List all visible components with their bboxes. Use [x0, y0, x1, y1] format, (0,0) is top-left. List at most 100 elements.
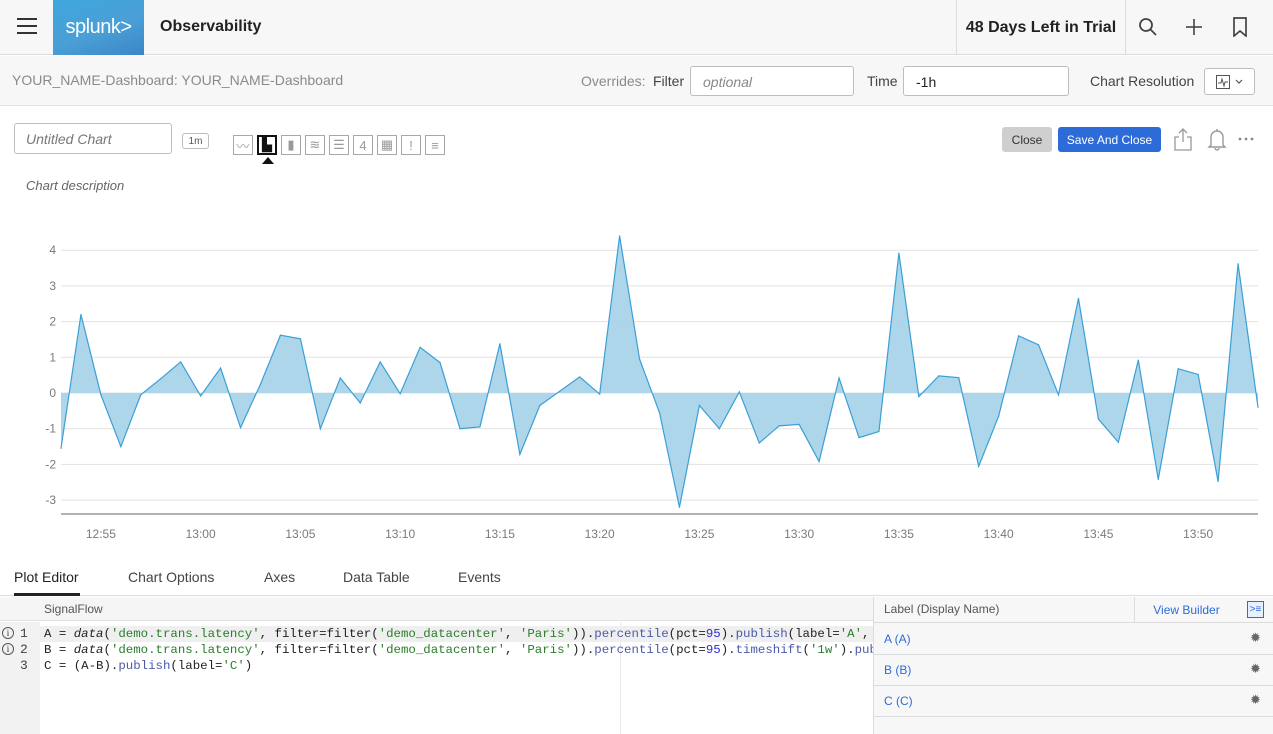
- viz-type-text-button[interactable]: ≡: [425, 135, 445, 155]
- viz-type-line-button[interactable]: 〰: [233, 135, 253, 155]
- data-point: [579, 376, 581, 378]
- x-tick-label: 13:20: [585, 527, 615, 541]
- view-builder-button[interactable]: View Builder: [1134, 597, 1238, 623]
- gear-icon[interactable]: ✹: [1250, 661, 1261, 677]
- close-button[interactable]: Close: [1002, 127, 1052, 152]
- gutter-line: i1: [0, 626, 40, 642]
- share-icon[interactable]: [1171, 126, 1195, 152]
- breadcrumb[interactable]: YOUR_NAME-Dashboard: YOUR_NAME-Dashboard: [12, 72, 343, 88]
- tab-axes[interactable]: Axes: [264, 569, 295, 585]
- series-layer: [60, 235, 1259, 508]
- trial-status[interactable]: 48 Days Left in Trial: [956, 0, 1126, 55]
- x-tick-label: 13:25: [684, 527, 714, 541]
- save-and-close-button[interactable]: Save And Close: [1058, 127, 1161, 152]
- plot-label[interactable]: B (B): [884, 663, 911, 677]
- x-axis: 12:55 13:00 13:05 13:10 13:15 13:20 13:25 13:30…: [86, 527, 1214, 541]
- data-point: [180, 361, 182, 363]
- x-tick-label: 13:15: [485, 527, 515, 541]
- series-area-C: [61, 235, 1258, 508]
- overrides-bar: YOUR_NAME-Dashboard: YOUR_NAME-Dashboard…: [0, 56, 1273, 106]
- plot-label[interactable]: A (A): [884, 632, 911, 646]
- tab-data-table[interactable]: Data Table: [343, 569, 410, 585]
- bell-icon[interactable]: [1205, 126, 1229, 152]
- filter-label: Filter: [653, 73, 685, 89]
- area-chart: 4 3 2 1 0 -1 -2 -3 12:55 13:00 13:05 13:10 13:15 13:…: [45, 235, 1259, 541]
- signalflow-editor[interactable]: SignalFlow i1i23 A = data('demo.trans.la…: [0, 597, 873, 734]
- x-tick-label: 13:30: [784, 527, 814, 541]
- info-icon[interactable]: i: [2, 627, 14, 639]
- editor-header: SignalFlow: [0, 597, 873, 621]
- tab-plot-editor[interactable]: Plot Editor: [14, 569, 79, 585]
- x-tick-label: 13:50: [1183, 527, 1213, 541]
- data-point: [279, 334, 282, 336]
- data-point: [1197, 373, 1199, 376]
- time-input[interactable]: -1h: [903, 66, 1069, 96]
- data-point: [798, 423, 800, 426]
- data-point: [60, 447, 62, 449]
- viz-type-heatmap-button[interactable]: ▦: [377, 135, 397, 155]
- chevron-down-icon: [1235, 79, 1243, 84]
- data-point: [1057, 394, 1060, 396]
- data-point: [998, 415, 1000, 417]
- data-point: [220, 367, 222, 369]
- plot-label[interactable]: C (C): [884, 694, 913, 708]
- chart-title-input[interactable]: Untitled Chart: [14, 123, 172, 154]
- plots-panel-header: Label (Display Name) View Builder >≡: [874, 597, 1273, 623]
- viz-type-histogram-button[interactable]: ≋: [305, 135, 325, 155]
- more-options-icon[interactable]: [1234, 126, 1258, 152]
- viz-type-area-button[interactable]: ▙: [257, 135, 277, 155]
- data-point: [100, 394, 102, 396]
- code-line[interactable]: C = (A-B).publish(label='C'): [44, 658, 873, 674]
- bookmark-icon[interactable]: [1228, 15, 1252, 39]
- data-point: [978, 465, 980, 467]
- search-icon[interactable]: [1136, 15, 1160, 39]
- gear-icon[interactable]: ✹: [1250, 692, 1261, 708]
- data-point: [200, 395, 202, 397]
- data-point: [559, 390, 561, 392]
- panel-toggle-icon[interactable]: >≡: [1247, 601, 1264, 618]
- data-point: [339, 377, 341, 379]
- data-point: [738, 391, 740, 393]
- code-line[interactable]: A = data('demo.trans.latency', filter=fi…: [40, 626, 873, 642]
- data-point: [120, 445, 122, 448]
- top-nav-bar: splunk> Observability 48 Days Left in Tr…: [0, 0, 1273, 55]
- x-tick-label: 13:05: [285, 527, 315, 541]
- data-point: [619, 235, 621, 237]
- plot-row[interactable]: B (B) ✹: [874, 655, 1273, 686]
- data-point: [1117, 441, 1119, 443]
- viz-type-event-feed-button[interactable]: !: [401, 135, 421, 155]
- menu-icon[interactable]: [17, 18, 37, 36]
- plot-row[interactable]: A (A) ✹: [874, 624, 1273, 655]
- y-tick-label: 0: [49, 386, 56, 400]
- app-title: Observability: [160, 18, 262, 35]
- data-point: [459, 428, 461, 430]
- gear-icon[interactable]: ✹: [1250, 630, 1261, 646]
- splunk-logo[interactable]: splunk>: [53, 0, 144, 55]
- data-point: [439, 362, 441, 364]
- data-point: [259, 383, 262, 385]
- gutter-line: 3: [0, 658, 40, 674]
- visualization-type-selector: 〰 ▙ ▮ ≋ ☰ 4 ▦! ≡: [233, 135, 445, 155]
- label-column-header: Label (Display Name): [884, 602, 1000, 616]
- tab-events[interactable]: Events: [458, 569, 501, 585]
- plot-row[interactable]: C (C) ✹: [874, 686, 1273, 717]
- plus-icon[interactable]: [1182, 15, 1206, 39]
- chart-description[interactable]: Chart description: [26, 178, 124, 193]
- tab-chart-options[interactable]: Chart Options: [128, 569, 214, 585]
- data-point: [359, 402, 361, 404]
- gutter-line: i2: [0, 642, 40, 658]
- data-point: [539, 404, 541, 407]
- viz-type-column-button[interactable]: ▮: [281, 135, 301, 155]
- chart-resolution-dropdown[interactable]: [1204, 68, 1255, 95]
- data-point: [698, 404, 701, 407]
- data-point: [379, 361, 381, 363]
- viz-type-single-value-button[interactable]: 4: [353, 135, 373, 155]
- line-number: 3: [20, 658, 28, 673]
- data-point: [399, 393, 401, 395]
- info-icon[interactable]: i: [2, 643, 14, 655]
- data-point: [878, 430, 880, 433]
- viz-type-list-button[interactable]: ☰: [329, 135, 349, 155]
- data-point: [898, 252, 900, 254]
- code-line[interactable]: B = data('demo.trans.latency', filter=fi…: [44, 642, 873, 658]
- filter-input[interactable]: optional: [690, 66, 854, 96]
